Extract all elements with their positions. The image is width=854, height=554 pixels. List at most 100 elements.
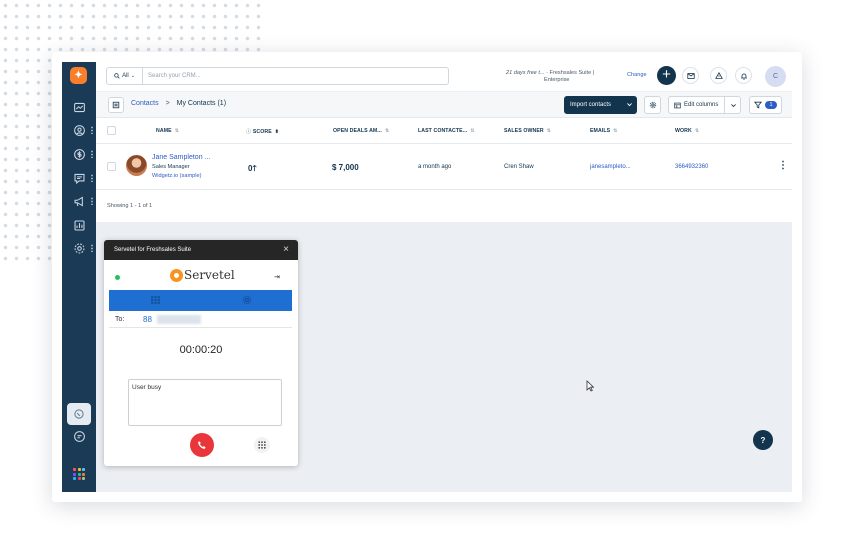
column-header-sales-owner[interactable]: SALES OWNER ⇅ xyxy=(504,128,551,134)
pagination-summary: Showing 1 - 1 of 1 xyxy=(107,203,153,209)
email-link[interactable]: janesampleto... xyxy=(590,164,631,170)
filter-count-badge: 1 xyxy=(765,101,777,109)
online-status-indicator xyxy=(115,275,120,280)
servetel-logo: Servetel xyxy=(170,268,235,282)
import-contacts-button[interactable]: Import contacts xyxy=(564,96,637,114)
servetel-logo-icon xyxy=(170,268,183,282)
last-contacted: a month ago xyxy=(418,164,452,170)
contacts-icon[interactable] xyxy=(71,122,87,138)
campaigns-megaphone-icon[interactable] xyxy=(71,193,87,209)
redacted-number-blur xyxy=(157,315,201,324)
phone-hangup-icon xyxy=(198,441,206,449)
import-contacts-label: Import contacts xyxy=(570,102,612,108)
top-bar: All ⌄ Search your CRM... 21 days free t.… xyxy=(96,62,792,92)
filter-button[interactable]: 1 xyxy=(749,96,782,114)
change-plan-link[interactable]: Change xyxy=(627,72,647,78)
sidebar-more-icon xyxy=(91,174,93,182)
mouse-cursor-icon xyxy=(586,380,594,392)
servetel-dialer-widget: Servetel for Freshsales Suite × Servetel… xyxy=(104,240,298,466)
servetel-brand-text: Servetel xyxy=(184,268,235,282)
to-number-value: 88 xyxy=(143,315,152,324)
table-header: NAME ⇅ ⓘ SCORE ⬍ OPEN DEALS AM... ⇅ LAST CO… xyxy=(96,118,792,144)
column-header-work[interactable]: WORK ⇅ xyxy=(675,128,699,134)
reports-icon[interactable] xyxy=(71,217,87,233)
edit-columns-label: Edit columns xyxy=(684,102,719,108)
columns-icon xyxy=(674,102,681,108)
to-label: To: xyxy=(115,316,125,323)
search-icon xyxy=(114,73,120,79)
chevron-down-icon[interactable] xyxy=(626,101,633,110)
call-notes-textarea[interactable]: User busy xyxy=(128,379,282,426)
chat-icon[interactable] xyxy=(71,428,87,444)
dialer-title: Servetel for Freshsales Suite xyxy=(114,247,192,253)
column-header-last-contacted[interactable]: LAST CONTACTE... ⇅ xyxy=(418,128,475,134)
sidebar-more-icon xyxy=(91,126,93,134)
breadcrumb-current-view: My Contacts (1) xyxy=(176,100,227,107)
app-switcher-grid-icon[interactable] xyxy=(73,468,85,480)
trial-plan-text: · Freshsales Suite | xyxy=(546,70,595,76)
search-scope-dropdown[interactable]: All ⌄ xyxy=(107,68,143,84)
edit-columns-button[interactable]: Edit columns xyxy=(668,96,741,114)
column-header-name[interactable]: NAME ⇅ xyxy=(156,128,179,134)
phone-dialer-icon[interactable] xyxy=(67,403,91,425)
chevron-down-icon: ⌄ xyxy=(130,73,135,79)
freshsales-logo-icon[interactable]: ✦ xyxy=(70,67,87,84)
filter-icon xyxy=(754,101,763,109)
trial-plan-text-2: Enterprise xyxy=(544,77,570,83)
bell-icon[interactable] xyxy=(735,67,752,84)
table-row[interactable]: Jane Sampleton ... Sales Manager Widgetz… xyxy=(96,144,792,190)
close-icon[interactable]: × xyxy=(283,244,289,255)
settings-tab-icon[interactable] xyxy=(242,295,252,305)
dashboard-icon[interactable] xyxy=(71,99,87,115)
alert-icon[interactable] xyxy=(710,67,727,84)
call-timer: 00:00:20 xyxy=(179,344,223,356)
sidebar-more-icon xyxy=(91,150,93,158)
sales-owner: Cren Shaw xyxy=(504,164,534,170)
column-header-open-deals[interactable]: OPEN DEALS AM... ⇅ xyxy=(333,128,389,134)
contacts-table: NAME ⇅ ⓘ SCORE ⬍ OPEN DEALS AM... ⇅ LAST CO… xyxy=(96,118,792,222)
contact-name-link[interactable]: Jane Sampleton ... xyxy=(152,154,210,161)
select-all-checkbox[interactable] xyxy=(107,126,116,135)
mail-icon[interactable] xyxy=(682,67,699,84)
sidebar-more-icon xyxy=(91,197,93,205)
help-button[interactable]: ? xyxy=(753,430,773,450)
global-search[interactable]: All ⌄ Search your CRM... xyxy=(106,67,449,85)
breadcrumb: Contacts > My Contacts (1) xyxy=(131,100,226,107)
user-avatar[interactable]: C xyxy=(765,66,786,87)
gear-icon xyxy=(649,101,656,109)
row-checkbox[interactable] xyxy=(107,162,116,171)
hang-up-button[interactable] xyxy=(190,433,214,457)
list-toolbar: Contacts > My Contacts (1) Import contac… xyxy=(96,92,792,118)
column-header-emails[interactable]: EMAILS ⇅ xyxy=(590,128,618,134)
dialpad-tab-icon[interactable] xyxy=(151,296,160,304)
contact-job-title: Sales Manager xyxy=(152,164,190,170)
breadcrumb-contacts-link[interactable]: Contacts xyxy=(131,100,159,107)
keypad-button[interactable] xyxy=(254,437,270,453)
open-deals-amount: $ 7,000 xyxy=(332,163,359,172)
contact-score: 0🡑 xyxy=(248,164,257,173)
list-view-toggle-icon[interactable] xyxy=(108,97,124,113)
deals-icon[interactable] xyxy=(71,146,87,162)
keypad-icon xyxy=(258,441,266,449)
dialer-header: Servetel for Freshsales Suite × xyxy=(104,240,298,260)
destination-number-field[interactable]: To: 88 xyxy=(109,312,292,328)
dialer-tab-bar xyxy=(109,290,292,311)
trial-banner: 21 days free t... · Freshsales Suite | E… xyxy=(506,70,616,84)
chevron-down-icon[interactable] xyxy=(724,97,741,113)
score-trend-up-icon: 🡑 xyxy=(252,164,257,173)
table-settings-gear-button[interactable] xyxy=(644,96,661,114)
settings-gear-icon[interactable] xyxy=(71,240,87,256)
contact-avatar xyxy=(126,155,147,176)
left-sidebar: ✦ xyxy=(62,62,96,492)
contact-company-link[interactable]: Widgetz.io (sample) xyxy=(152,173,201,179)
work-phone-link[interactable]: 3664932360 xyxy=(675,164,708,170)
search-scope-label: All xyxy=(122,73,129,79)
conversations-icon[interactable] xyxy=(71,170,87,186)
logout-icon[interactable]: ⇥ xyxy=(274,273,280,281)
search-input[interactable]: Search your CRM... xyxy=(143,73,201,79)
quick-add-button[interactable]: + xyxy=(657,66,676,85)
trial-days-text: 21 days free t... xyxy=(506,70,545,76)
sidebar-more-icon xyxy=(91,244,93,252)
row-more-icon[interactable]: ⋮ xyxy=(778,160,788,171)
column-header-score[interactable]: ⓘ SCORE ⬍ xyxy=(246,128,279,135)
